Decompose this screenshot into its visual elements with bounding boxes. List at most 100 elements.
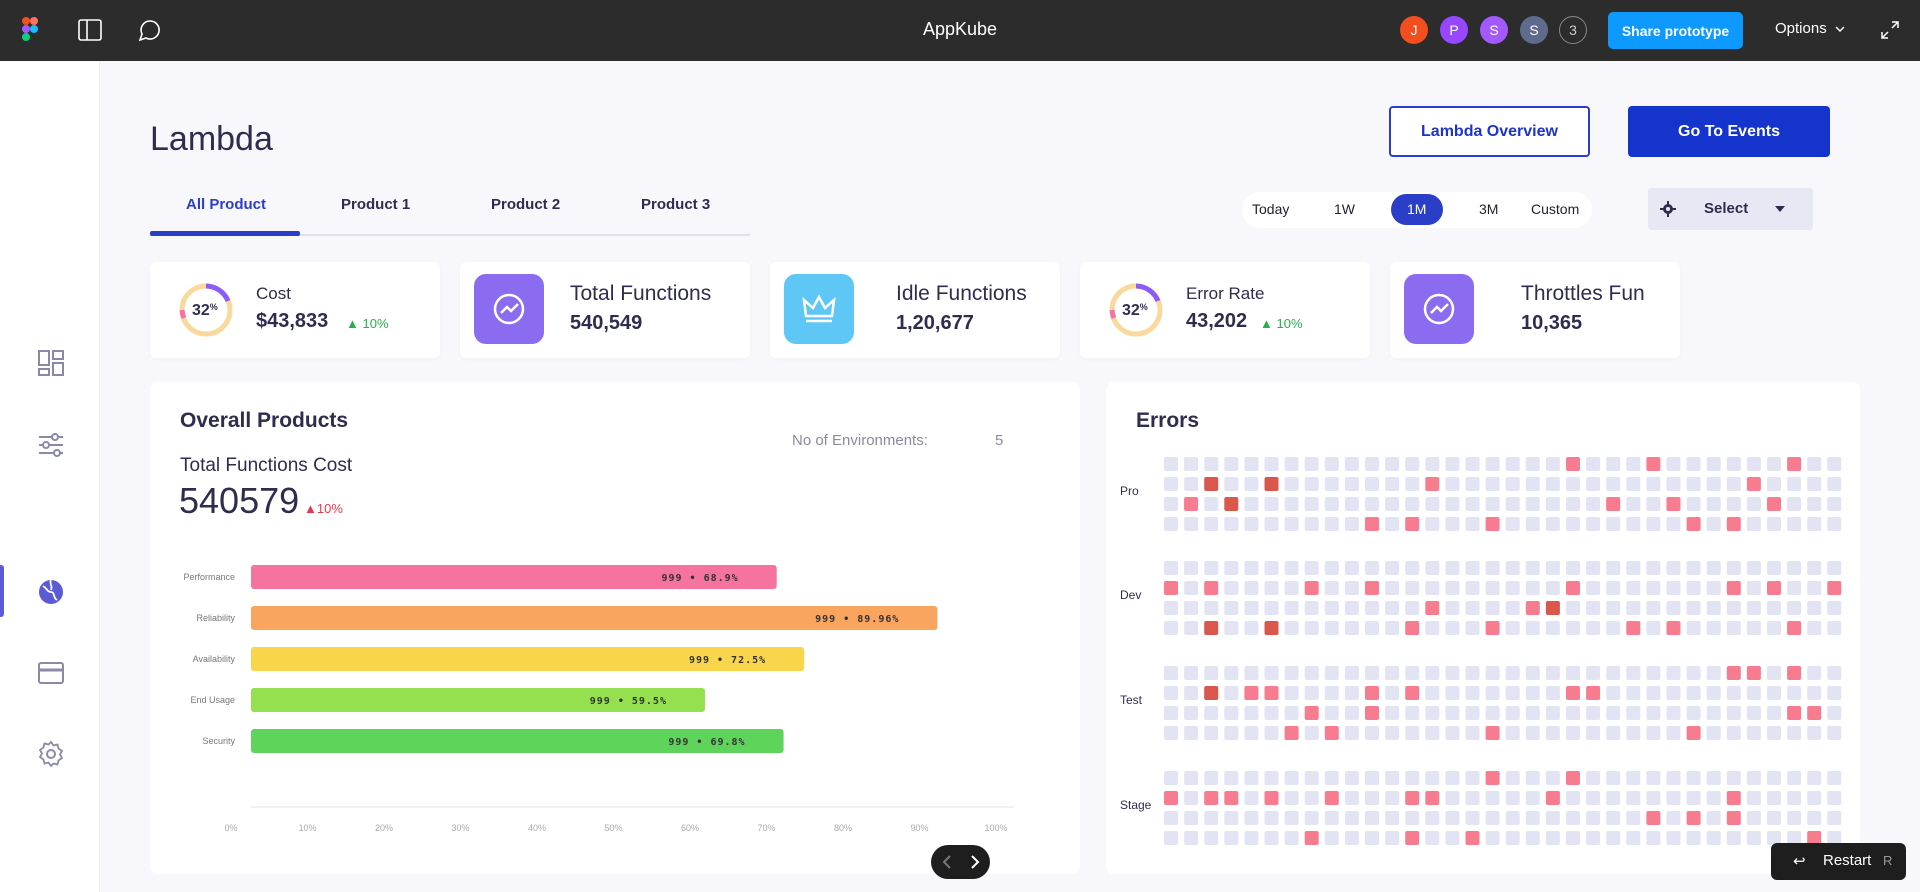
avatar[interactable]: P: [1440, 16, 1468, 44]
kpi-label: Throttles Fun: [1521, 282, 1645, 305]
error-cell: [1646, 477, 1661, 491]
error-cell: [1164, 726, 1178, 740]
error-cell: [1264, 706, 1279, 720]
error-cell: [1686, 811, 1701, 825]
error-cell: [1164, 561, 1178, 575]
go-to-events-button[interactable]: Go To Events: [1628, 106, 1830, 157]
options-menu[interactable]: Options: [1775, 20, 1845, 37]
error-cell: [1224, 497, 1239, 511]
overall-products-title: Overall Products: [180, 409, 349, 432]
error-cell: [1767, 621, 1781, 635]
range-1w[interactable]: 1W: [1334, 201, 1355, 217]
avatar[interactable]: S: [1520, 16, 1548, 44]
error-cell: [1405, 601, 1420, 615]
error-cell: [1164, 581, 1178, 595]
error-cell: [1425, 621, 1440, 635]
error-cell: [1184, 706, 1199, 720]
globe-icon[interactable]: [37, 578, 65, 606]
x-tick-label: 0%: [224, 823, 237, 833]
error-cell: [1746, 791, 1761, 805]
error-cell: [1425, 666, 1440, 680]
error-cell: [1545, 497, 1560, 511]
error-cell: [1505, 771, 1520, 785]
error-cell: [1244, 791, 1259, 805]
error-cell: [1586, 497, 1601, 511]
error-cell: [1586, 601, 1601, 615]
select-dropdown[interactable]: Select: [1648, 188, 1813, 230]
share-prototype-button[interactable]: Share prototype: [1608, 12, 1743, 49]
error-cell: [1525, 497, 1540, 511]
error-cell: [1807, 581, 1822, 595]
chevron-right-icon[interactable]: [968, 854, 982, 870]
error-cell: [1284, 706, 1299, 720]
error-cell: [1706, 831, 1721, 845]
error-cell: [1807, 457, 1822, 471]
range-today[interactable]: Today: [1252, 201, 1289, 217]
range-custom[interactable]: Custom: [1531, 201, 1579, 217]
error-cell: [1445, 686, 1460, 700]
error-cell: [1405, 791, 1420, 805]
dashboard-icon[interactable]: [37, 349, 65, 377]
error-cell: [1465, 831, 1480, 845]
error-cell: [1244, 811, 1259, 825]
range-1m[interactable]: 1M: [1407, 201, 1426, 217]
kpi-value: 43,202: [1186, 310, 1248, 332]
error-cell: [1445, 706, 1460, 720]
error-cell: [1365, 771, 1379, 785]
error-cell: [1646, 811, 1661, 825]
sliders-icon[interactable]: [37, 431, 65, 459]
error-cell: [1365, 666, 1379, 680]
error-cell: [1666, 581, 1681, 595]
tab-product-1[interactable]: Product 1: [341, 196, 410, 213]
error-cell: [1324, 811, 1339, 825]
restart-button[interactable]: ↩ Restart R: [1771, 843, 1906, 880]
x-tick-label: 80%: [834, 823, 852, 833]
error-cell: [1807, 621, 1822, 635]
error-cell: [1204, 666, 1219, 680]
avatar[interactable]: J: [1400, 16, 1428, 44]
error-cell: [1465, 581, 1480, 595]
settings-icon[interactable]: [37, 740, 65, 768]
error-cell: [1545, 517, 1560, 531]
error-cell: [1284, 561, 1299, 575]
error-cell: [1164, 791, 1178, 805]
tab-product-2[interactable]: Product 2: [491, 196, 560, 213]
error-cell: [1344, 621, 1359, 635]
avatar[interactable]: S: [1480, 16, 1508, 44]
chevron-left-icon[interactable]: [940, 854, 954, 870]
error-cell: [1365, 561, 1379, 575]
error-cell: [1224, 686, 1239, 700]
error-cell: [1545, 686, 1560, 700]
error-cell: [1746, 771, 1761, 785]
fullscreen-icon[interactable]: [1881, 21, 1899, 39]
tab-product-3[interactable]: Product 3: [641, 196, 710, 213]
error-cell: [1626, 497, 1641, 511]
error-cell: [1545, 581, 1560, 595]
error-cell: [1646, 706, 1661, 720]
error-cell: [1184, 601, 1199, 615]
lambda-overview-button[interactable]: Lambda Overview: [1389, 106, 1590, 157]
tab-all-product[interactable]: All Product: [186, 196, 266, 213]
error-cell: [1525, 621, 1540, 635]
total-cost-delta: ▲10%: [304, 501, 343, 516]
error-cell: [1767, 811, 1781, 825]
error-cell: [1324, 791, 1339, 805]
error-cell: [1304, 477, 1319, 491]
error-cell: [1324, 666, 1339, 680]
error-cell: [1666, 517, 1681, 531]
error-cell: [1787, 726, 1802, 740]
error-cell: [1807, 811, 1822, 825]
error-cell: [1385, 831, 1400, 845]
error-cell: [1224, 791, 1239, 805]
error-cell: [1405, 831, 1420, 845]
card-icon[interactable]: [37, 659, 65, 687]
more-users-count[interactable]: 3: [1559, 16, 1587, 44]
error-cell: [1726, 581, 1741, 595]
env-count-label: No of Environments:: [792, 432, 928, 449]
error-cell: [1586, 726, 1601, 740]
error-cell: [1184, 771, 1199, 785]
range-3m[interactable]: 3M: [1479, 201, 1498, 217]
error-cell: [1425, 706, 1440, 720]
error-cell: [1807, 726, 1822, 740]
undo-arrow-icon: ↩: [1793, 853, 1806, 870]
